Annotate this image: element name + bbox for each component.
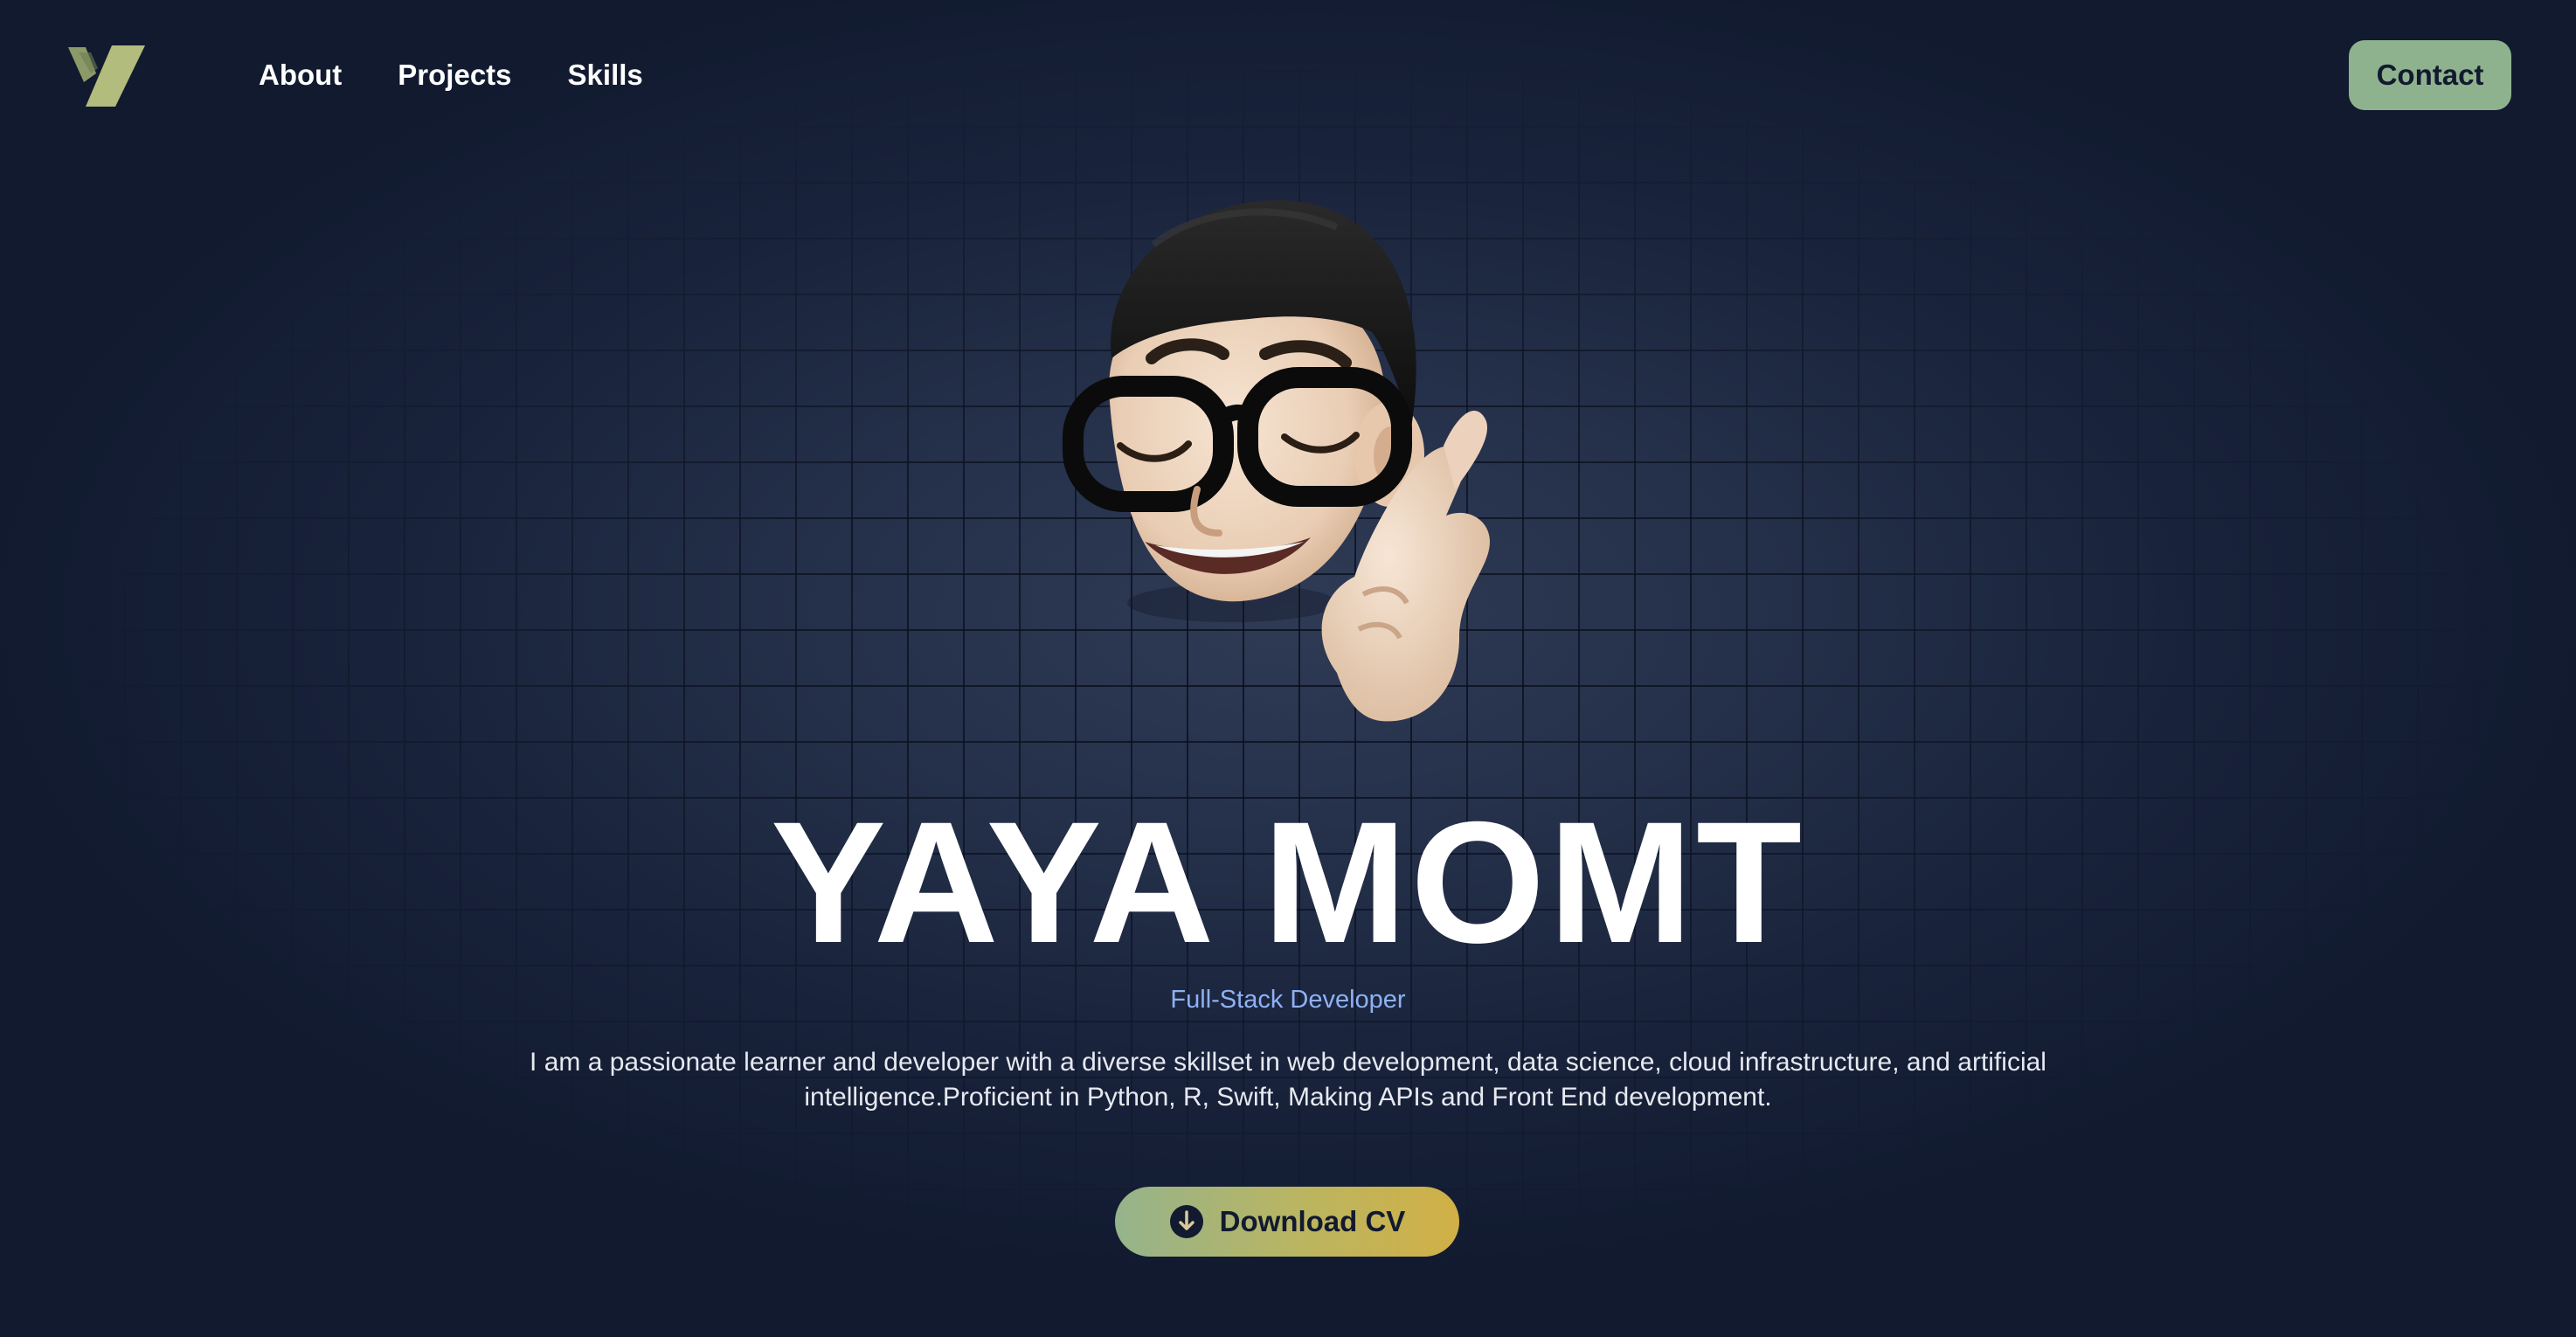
hero-role: Full-Stack Developer — [1170, 986, 1406, 1014]
hero-description: I am a passionate learner and developer … — [530, 1048, 2046, 1112]
memoji-avatar — [1063, 200, 1490, 722]
site-header: About Projects Skills Contact — [0, 0, 2576, 149]
nav-skills[interactable]: Skills — [568, 54, 643, 96]
main-nav: About Projects Skills — [259, 54, 643, 96]
arrow-down-circle-icon — [1169, 1205, 1203, 1238]
download-cv-label: Download CV — [1219, 1205, 1406, 1237]
download-cv-button[interactable]: Download CV — [1115, 1187, 1459, 1257]
y-logo-icon[interactable] — [61, 42, 149, 108]
nav-about[interactable]: About — [259, 54, 342, 96]
hero-name: YAYA MOMT — [770, 786, 1806, 979]
nav-projects[interactable]: Projects — [398, 54, 511, 96]
contact-button[interactable]: Contact — [2349, 40, 2511, 110]
